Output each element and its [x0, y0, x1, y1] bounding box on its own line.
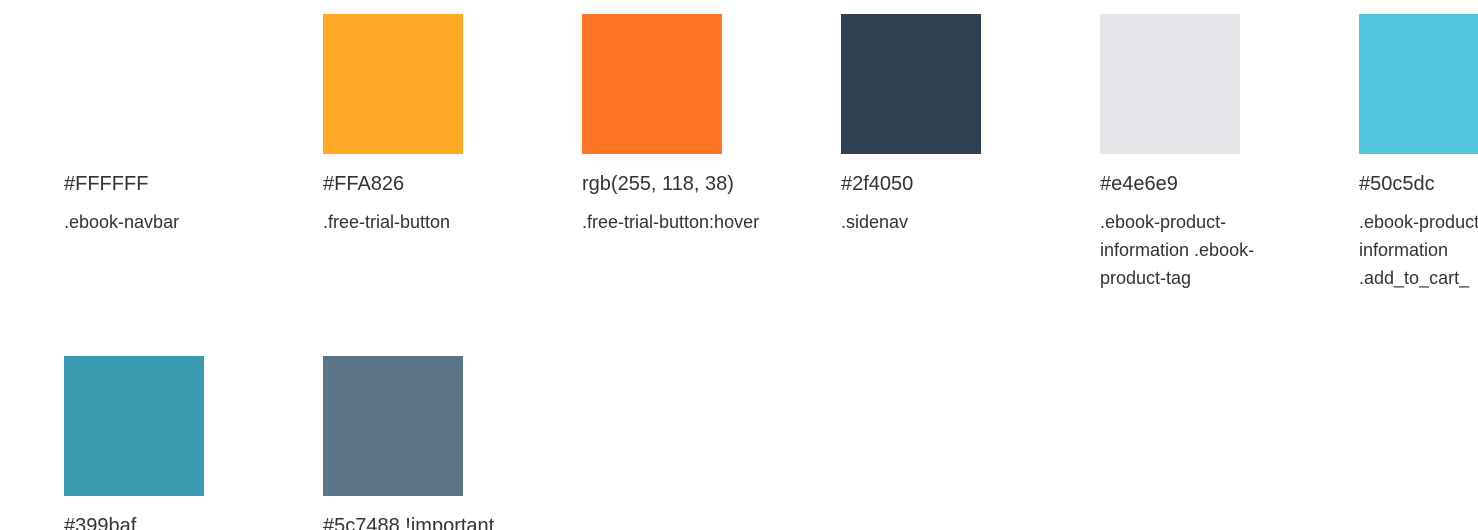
color-swatch — [1359, 14, 1478, 154]
swatch-card: rgb(255, 118, 38) .free-trial-button:hov… — [582, 14, 822, 236]
color-swatch — [64, 14, 204, 154]
swatch-selector: .free-trial-button:hover — [582, 212, 760, 232]
swatch-value: rgb(255, 118, 38) — [582, 173, 734, 195]
swatch-value: #5c7488 !important — [323, 515, 495, 530]
color-swatch — [64, 356, 204, 496]
swatch-value: #50c5dc — [1359, 173, 1435, 195]
swatch-card: #50c5dc .ebook-product-information .add_… — [1359, 14, 1478, 292]
swatch-value: #399baf — [64, 515, 137, 530]
swatch-selector: .sidenav — [841, 212, 909, 232]
swatch-card: #399baf — [64, 356, 304, 530]
swatch-selector: .ebook-product-information .ebook-produc… — [1100, 212, 1255, 288]
swatch-card: #e4e6e9 .ebook-product-information .eboo… — [1100, 14, 1340, 292]
swatch-value: #e4e6e9 — [1100, 173, 1178, 195]
swatch-value: #FFA826 — [323, 173, 405, 195]
color-palette-grid: #FFFFFF .ebook-navbar #FFA826 .free-tria… — [0, 0, 1478, 530]
color-swatch — [841, 14, 981, 154]
color-swatch — [582, 14, 722, 154]
swatch-selector: .ebook-navbar — [64, 212, 180, 232]
swatch-selector: .free-trial-button — [323, 212, 451, 232]
color-swatch — [1100, 14, 1240, 154]
swatch-card: #FFFFFF .ebook-navbar — [64, 14, 304, 236]
color-swatch — [323, 14, 463, 154]
swatch-card: #5c7488 !important — [323, 356, 563, 530]
swatch-value: #2f4050 — [841, 173, 914, 195]
swatch-value: #FFFFFF — [64, 173, 149, 195]
swatch-card: #2f4050 .sidenav — [841, 14, 1081, 236]
color-swatch — [323, 356, 463, 496]
swatch-card: #FFA826 .free-trial-button — [323, 14, 563, 236]
swatch-selector: .ebook-product-information .add_to_cart_ — [1359, 212, 1478, 288]
